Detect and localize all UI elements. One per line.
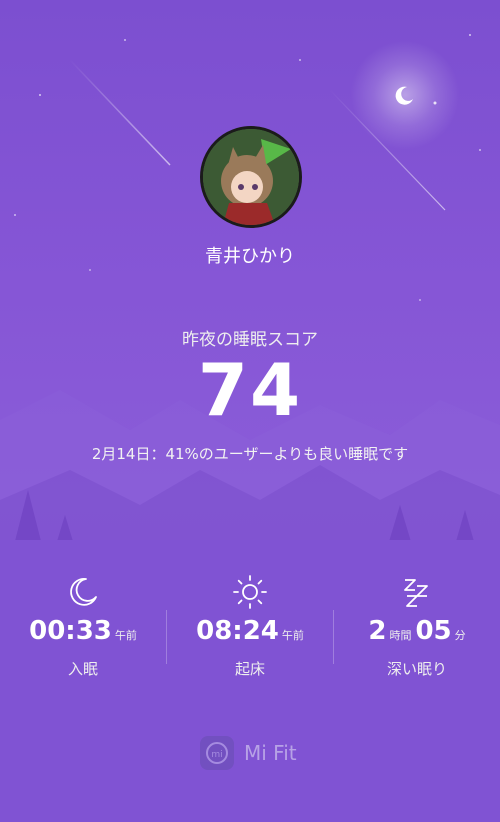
mi-fit-branding: mi Mi Fit bbox=[200, 736, 297, 770]
stat-sleep-onset: 00:33 午前 入眠 bbox=[0, 572, 166, 679]
sleep-score-label: 昨夜の睡眠スコア bbox=[182, 330, 318, 350]
deep-sleep-hours-unit: 時間 bbox=[389, 629, 412, 642]
wake-up-label: 起床 bbox=[234, 660, 265, 678]
crescent-moon-icon bbox=[395, 86, 413, 105]
stat-deep-sleep: 2 時間 05 分 深い眠り bbox=[334, 572, 500, 679]
wake-up-ampm: 午前 bbox=[281, 629, 304, 642]
zzz-icon bbox=[334, 572, 500, 612]
deep-sleep-minutes: 05 bbox=[415, 616, 452, 646]
sun-icon bbox=[167, 572, 333, 612]
wake-up-time: 08:24 bbox=[196, 616, 279, 646]
user-avatar bbox=[200, 126, 302, 228]
sleep-comparison-text: 2月14日：41%のユーザーよりも良い睡眠です bbox=[91, 445, 409, 463]
moon-icon bbox=[0, 572, 166, 612]
stat-wake-up: 08:24 午前 起床 bbox=[167, 572, 333, 679]
deep-sleep-label: 深い眠り bbox=[386, 660, 447, 678]
deep-sleep-minutes-unit: 分 bbox=[454, 629, 466, 642]
sleep-onset-ampm: 午前 bbox=[114, 629, 137, 642]
deep-sleep-hours: 2 bbox=[368, 616, 387, 646]
sleep-onset-time: 00:33 bbox=[29, 616, 112, 646]
sleep-share-card: 青井ひかり 昨夜の睡眠スコア 74 2月14日：41%のユーザーよりも良い睡眠で… bbox=[0, 0, 500, 822]
sleep-score-value: 74 bbox=[197, 348, 303, 432]
mi-fit-brand-name: Mi Fit bbox=[244, 741, 297, 765]
svg-text:mi: mi bbox=[211, 750, 222, 760]
mi-fit-logo-icon: mi bbox=[200, 736, 234, 770]
user-name: 青井ひかり bbox=[205, 246, 295, 267]
sleep-onset-label: 入眠 bbox=[67, 660, 98, 678]
